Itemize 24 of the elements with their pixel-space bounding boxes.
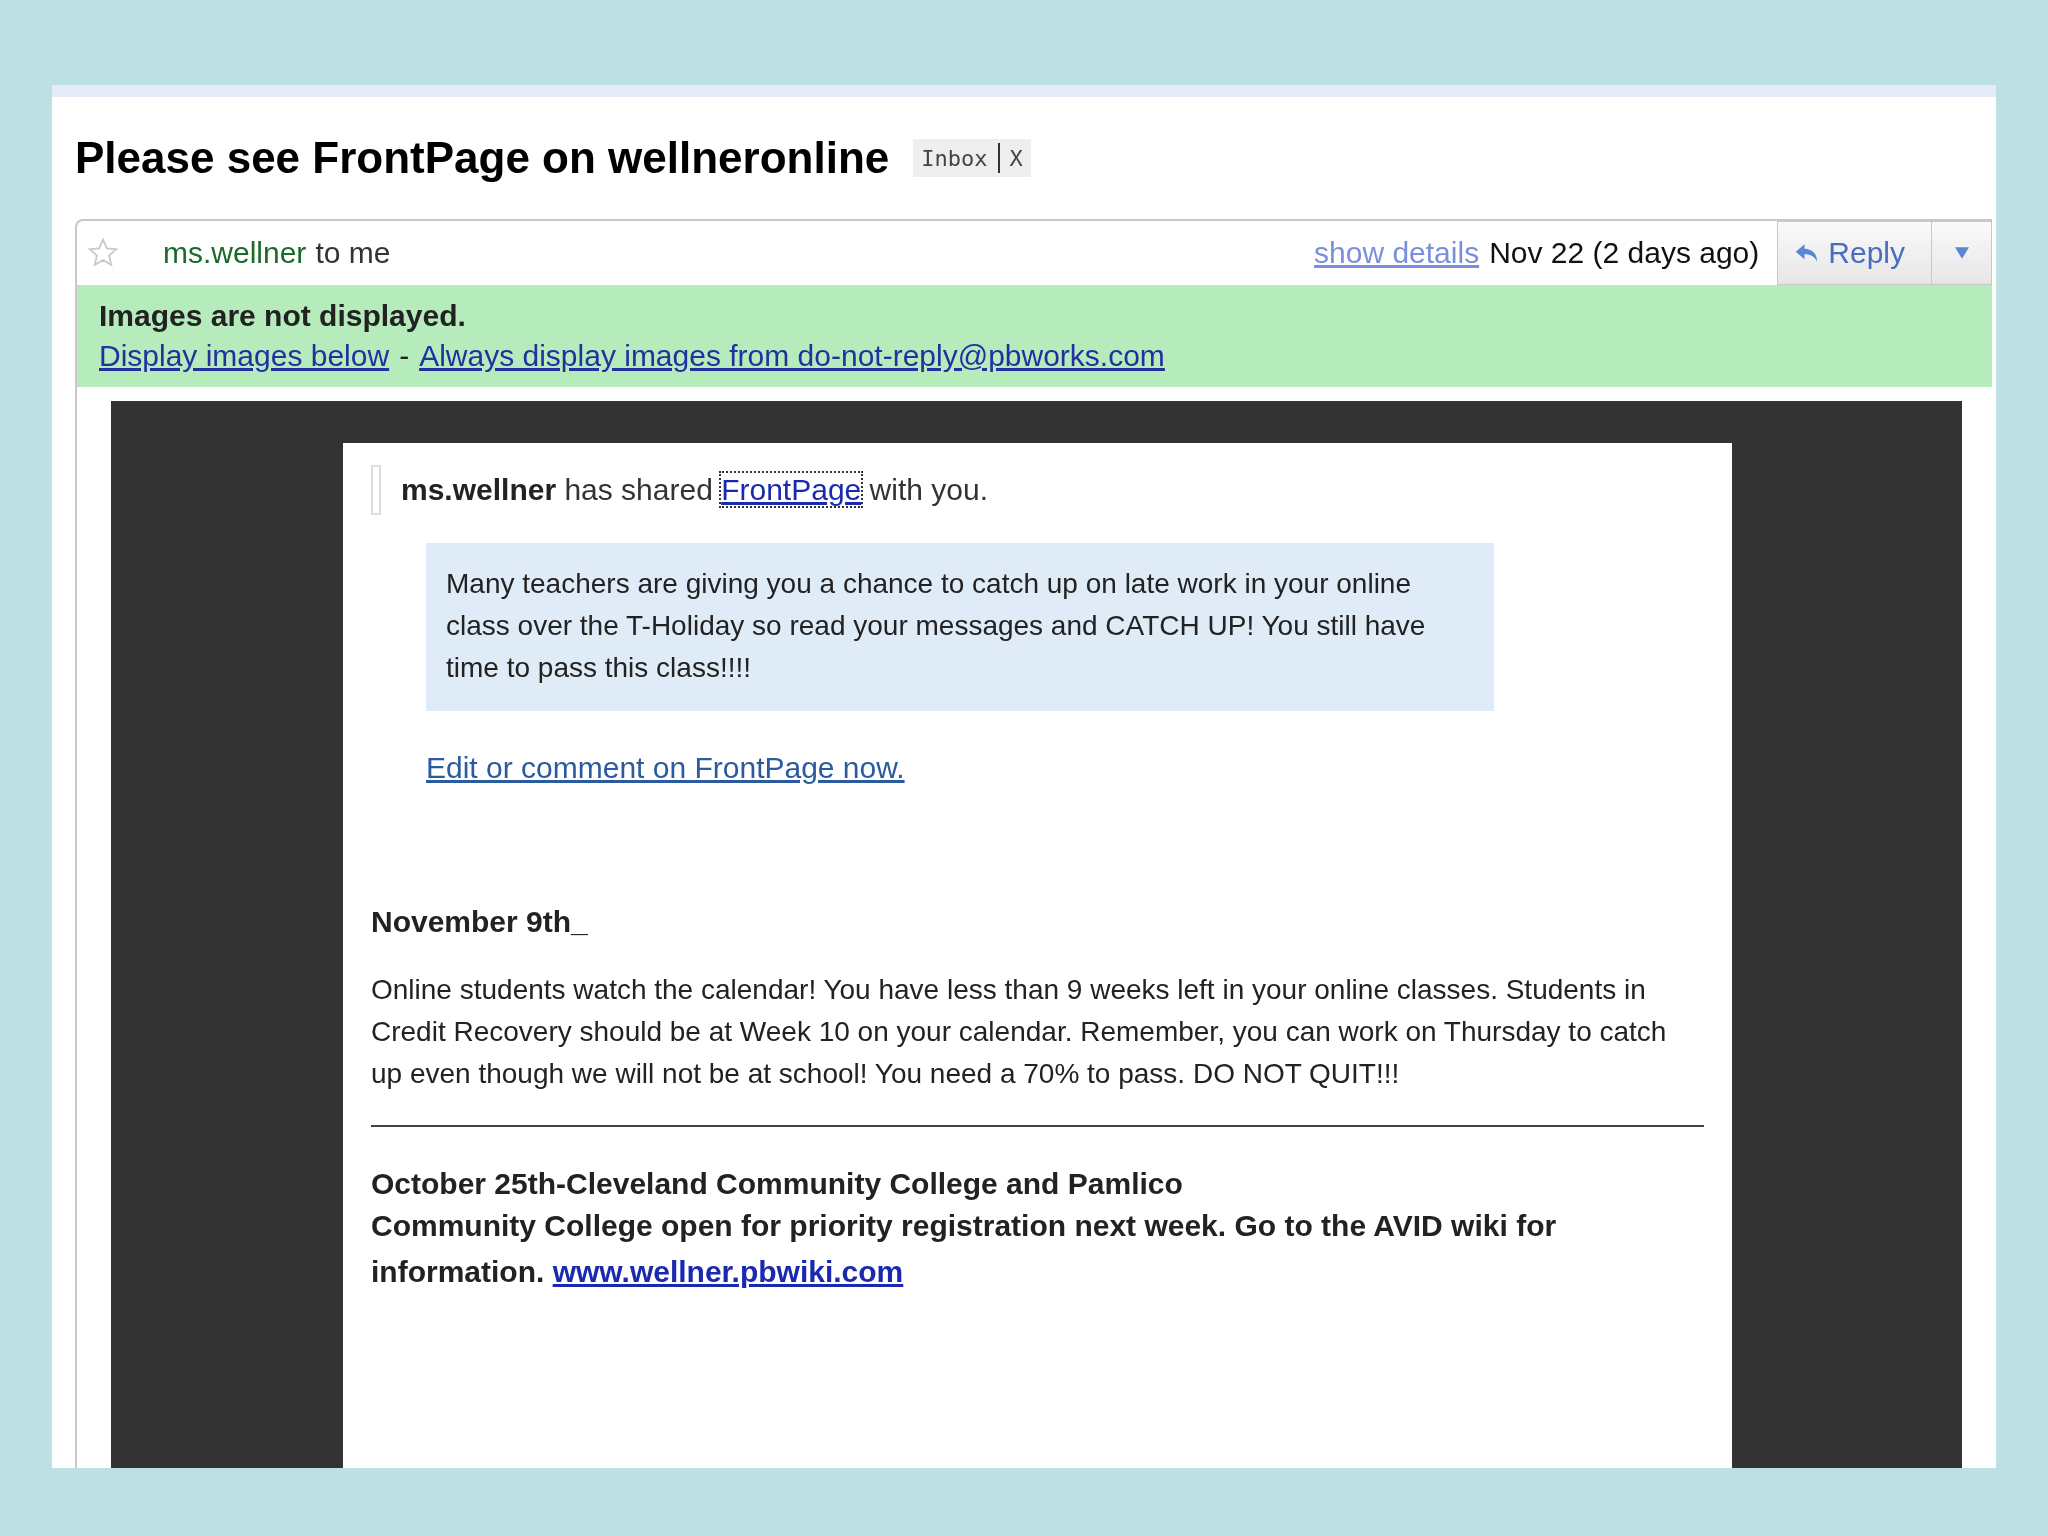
images-notice-text: Images are not displayed. bbox=[99, 299, 467, 333]
email-subject: Please see FrontPage on wellneronline bbox=[75, 133, 890, 183]
section-text: Online students watch the calendar! You have less than 9 weeks left in your online classes. Students in Credit Recovery should be at Week 10 on your calendar. Remember, you can work on Thursday to catch up even though we will not be at school! You need a 70% to pass. DO NOT QUIT!!! bbox=[371, 973, 1668, 1091]
section-text: Community College open for priority registration next week. Go to the AVID wiki for information. www.wellner.pbwiki.com bbox=[371, 1208, 1558, 1290]
caret-icon bbox=[1954, 247, 1969, 259]
quote-marker bbox=[371, 465, 381, 515]
star-icon[interactable] bbox=[87, 237, 119, 269]
message-date: Nov 22 (2 days ago) bbox=[1489, 236, 1760, 270]
recipient-text: to me bbox=[315, 236, 391, 270]
remove-label-button[interactable]: X bbox=[1009, 145, 1023, 171]
note-message: Many teachers are giving you a chance to catch up on late work in your online class over the T-Holiday so read your messages and CATCH UP! You still have time to pass this class!!!! bbox=[426, 543, 1494, 711]
edit-comment-link[interactable]: Edit or comment on FrontPage now. bbox=[426, 751, 905, 785]
section-heading: October 25th-Cleveland Community College and Pamlico bbox=[371, 1167, 1184, 1201]
reply-button[interactable]: Reply bbox=[1777, 221, 1932, 285]
share-message: ms.wellner has shared FrontPage with you. bbox=[401, 473, 988, 507]
more-options-button[interactable] bbox=[1932, 221, 1992, 285]
display-images-link[interactable]: Display images below bbox=[99, 339, 390, 373]
link-separator: - bbox=[399, 339, 410, 373]
inbox-label[interactable]: Inbox bbox=[921, 145, 988, 171]
frontpage-link[interactable]: FrontPage bbox=[721, 473, 862, 506]
wiki-link[interactable]: www.wellner.pbwiki.com bbox=[552, 1255, 904, 1288]
always-display-link[interactable]: Always display images from do-not-reply@pbworks.com bbox=[419, 339, 1165, 373]
sender-name[interactable]: ms.wellner bbox=[163, 236, 307, 270]
section-heading: November 9th_ bbox=[371, 905, 589, 939]
